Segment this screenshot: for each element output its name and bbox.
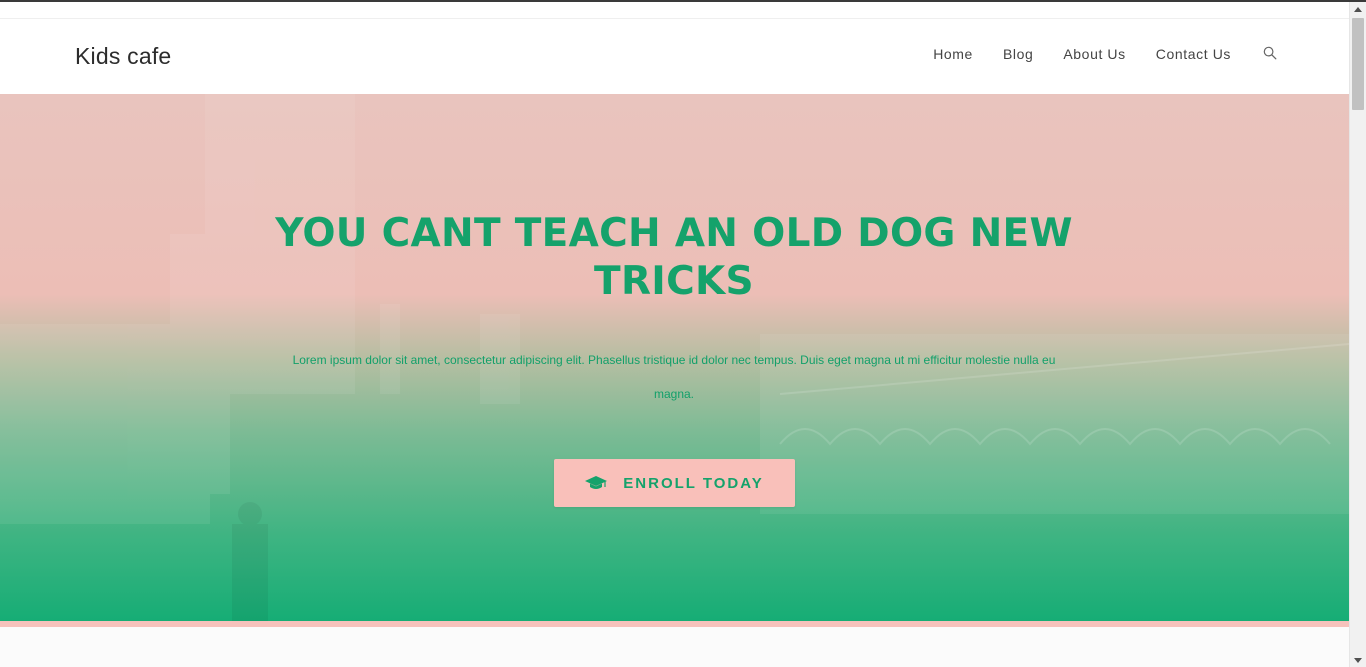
search-icon[interactable]	[1263, 46, 1277, 60]
site-header: Kids cafe Home Blog About Us Contact Us	[0, 18, 1349, 94]
main-nav: Home Blog About Us Contact Us	[903, 46, 1277, 62]
nav-item-blog[interactable]: Blog	[1003, 46, 1033, 62]
nav-item-home[interactable]: Home	[933, 46, 973, 62]
site-logo[interactable]: Kids cafe	[75, 43, 171, 70]
nav-item-contact-us[interactable]: Contact Us	[1156, 46, 1231, 62]
scrollbar-thumb[interactable]	[1352, 18, 1364, 110]
page: Kids cafe Home Blog About Us Contact Us	[0, 2, 1349, 667]
hero-title: YOU CANT TEACH AN OLD DOG NEW TRICKS	[275, 211, 1073, 304]
hero-description: Lorem ipsum dolor sit amet, consectetur …	[292, 353, 1056, 401]
next-section	[0, 627, 1349, 667]
scroll-down-arrow-icon[interactable]	[1350, 653, 1366, 667]
hero-section: YOU CANT TEACH AN OLD DOG NEW TRICKS Lor…	[0, 94, 1349, 621]
enroll-button-label: ENROLL TODAY	[623, 474, 764, 492]
graduation-cap-icon	[585, 476, 608, 489]
scroll-up-arrow-icon[interactable]	[1350, 2, 1366, 16]
nav-item-about-us[interactable]: About Us	[1063, 46, 1125, 62]
vertical-scrollbar[interactable]	[1349, 2, 1366, 667]
enroll-today-button[interactable]: ENROLL TODAY	[554, 459, 795, 507]
